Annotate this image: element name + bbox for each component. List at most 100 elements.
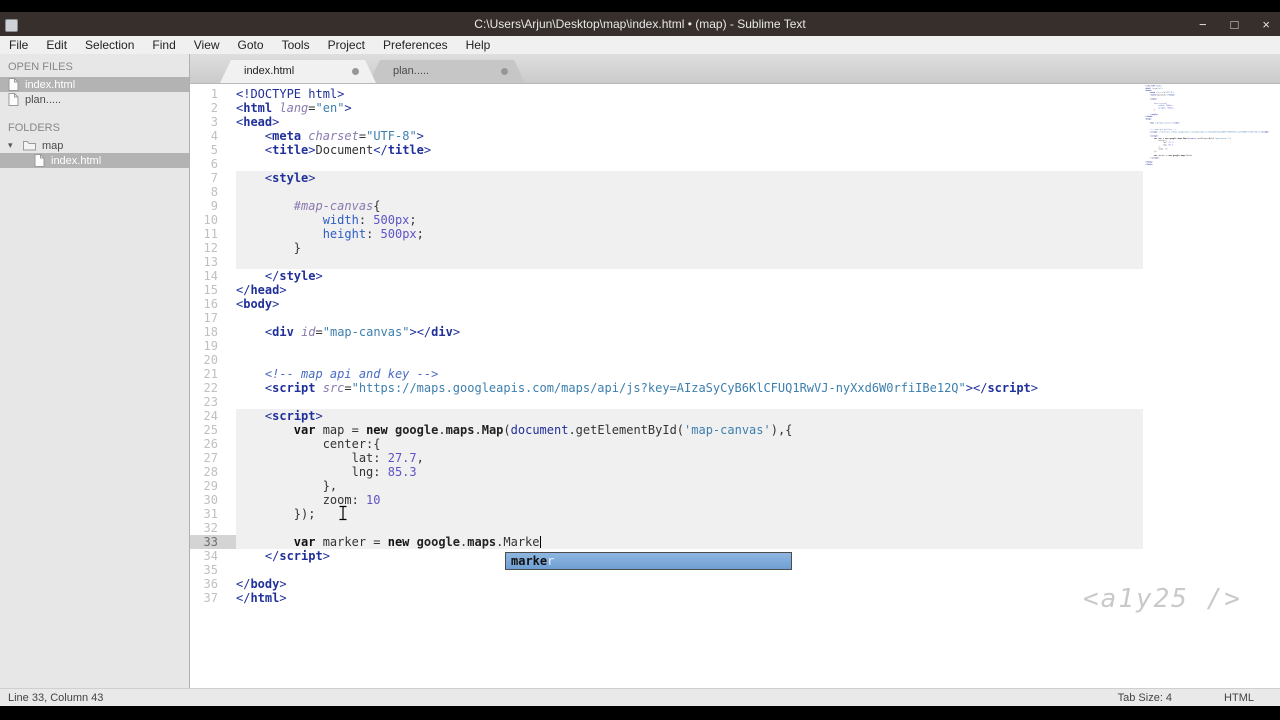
menu-help[interactable]: Help bbox=[457, 36, 500, 54]
menu-selection[interactable]: Selection bbox=[76, 36, 143, 54]
code-line-36[interactable]: </body> bbox=[236, 577, 1280, 591]
menu-edit[interactable]: Edit bbox=[37, 36, 76, 54]
line-number: 3 bbox=[210, 115, 218, 129]
status-bar: Line 33, Column 43 Tab Size: 4 HTML bbox=[0, 688, 1280, 706]
menu-project[interactable]: Project bbox=[319, 36, 374, 54]
code-line-1[interactable]: <!DOCTYPE html> bbox=[236, 87, 1280, 101]
window-title: C:\Users\Arjun\Desktop\map\index.html • … bbox=[474, 17, 806, 31]
code-line-21[interactable]: <!-- map api and key --> bbox=[236, 367, 1280, 381]
code-line-6[interactable] bbox=[236, 157, 1280, 171]
open-files-label: OPEN FILES bbox=[8, 61, 73, 73]
line-number: 28 bbox=[203, 465, 218, 479]
line-number: 35 bbox=[203, 563, 218, 577]
sublime-text-window: C:\Users\Arjun\Desktop\map\index.html • … bbox=[0, 0, 1280, 720]
folders-label: FOLDERS bbox=[8, 122, 60, 134]
menu-view[interactable]: View bbox=[185, 36, 229, 54]
triangle-down-icon[interactable]: ▾ bbox=[8, 140, 17, 151]
code-line-13[interactable] bbox=[236, 255, 1280, 269]
menu-tools[interactable]: Tools bbox=[273, 36, 319, 54]
editor-pane: index.html plan..... 1 2 3 4 5 6 7 8 9 10 11 12 13 14 1… bbox=[190, 54, 1280, 688]
code-line-16[interactable]: <body> bbox=[236, 297, 1280, 311]
line-number: 1 bbox=[210, 87, 218, 101]
letterbox-bottom bbox=[0, 706, 1280, 720]
line-number-gutter: 1 2 3 4 5 6 7 8 9 10 11 12 13 14 15 16 17 18 19 20 21 22 23 24 2… bbox=[190, 87, 236, 605]
code-line-11[interactable]: height: 500px; bbox=[236, 227, 1280, 241]
code-line-30[interactable]: zoom: 10 bbox=[236, 493, 1280, 507]
code-line-25[interactable]: var map = new google.maps.Map(document.g… bbox=[236, 423, 1280, 437]
code-line-23[interactable] bbox=[236, 395, 1280, 409]
line-number: 11 bbox=[203, 227, 218, 241]
code-line-17[interactable] bbox=[236, 311, 1280, 325]
menu-preferences[interactable]: Preferences bbox=[374, 36, 457, 54]
autocomplete-item-marker[interactable]: marker bbox=[506, 553, 791, 569]
line-number: 4 bbox=[210, 129, 218, 143]
autocomplete-typed-text: marke bbox=[511, 554, 548, 568]
line-number: 16 bbox=[203, 297, 218, 311]
minimize-button[interactable]: − bbox=[1199, 17, 1207, 32]
code-line-31[interactable]: }); bbox=[236, 507, 1280, 521]
code-area[interactable]: <!DOCTYPE html> <html lang="en"> <head> <m… bbox=[236, 84, 1280, 688]
file-icon bbox=[8, 93, 19, 106]
file-item-index.html[interactable]: index.html bbox=[0, 77, 189, 92]
code-line-26[interactable]: center:{ bbox=[236, 437, 1280, 451]
code-line-24[interactable]: <script> bbox=[236, 409, 1280, 423]
line-number: 15 bbox=[203, 283, 218, 297]
titlebar: C:\Users\Arjun\Desktop\map\index.html • … bbox=[0, 12, 1280, 36]
tab-index.html[interactable]: index.html bbox=[220, 60, 376, 83]
line-number: 23 bbox=[203, 395, 218, 409]
code-line-8[interactable] bbox=[236, 185, 1280, 199]
close-button[interactable]: × bbox=[1262, 17, 1270, 32]
menu-file[interactable]: File bbox=[0, 36, 37, 54]
modified-dot-icon bbox=[352, 68, 359, 75]
code-line-3[interactable]: <head> bbox=[236, 115, 1280, 129]
autocomplete-completion-text: r bbox=[547, 554, 555, 568]
tab-label: plan..... bbox=[393, 65, 430, 77]
code-line-33[interactable]: var marker = new google.maps.Marke bbox=[236, 535, 1280, 549]
code-line-29[interactable]: }, bbox=[236, 479, 1280, 493]
autocomplete-popup: marker bbox=[505, 552, 792, 570]
line-number: 5 bbox=[210, 143, 218, 157]
line-number: 22 bbox=[203, 381, 218, 395]
code-line-5[interactable]: <title>Document</title> bbox=[236, 143, 1280, 157]
code-line-32[interactable] bbox=[236, 521, 1280, 535]
code-line-28[interactable]: lng: 85.3 bbox=[236, 465, 1280, 479]
folder-item-map[interactable]: ▾ map bbox=[0, 138, 189, 153]
line-number: 7 bbox=[210, 171, 218, 185]
line-number: 17 bbox=[203, 311, 218, 325]
code-line-2[interactable]: <html lang="en"> bbox=[236, 101, 1280, 115]
mouse-cursor-ibeam-icon bbox=[338, 505, 348, 526]
code-line-18[interactable]: <div id="map-canvas"></div> bbox=[236, 325, 1280, 339]
line-number: 9 bbox=[210, 199, 218, 213]
code-line-4[interactable]: <meta charset="UTF-8"> bbox=[236, 129, 1280, 143]
code-line-27[interactable]: lat: 27.7, bbox=[236, 451, 1280, 465]
code-line-9[interactable]: #map-canvas{ bbox=[236, 199, 1280, 213]
code-line-12[interactable]: } bbox=[236, 241, 1280, 255]
code-line-37[interactable]: </html> bbox=[236, 591, 1280, 605]
line-number: 20 bbox=[203, 353, 218, 367]
file-item-index.html[interactable]: index.html bbox=[0, 153, 189, 168]
status-line-column: Line 33, Column 43 bbox=[8, 691, 104, 704]
line-number: 13 bbox=[203, 255, 218, 269]
code-line-20[interactable] bbox=[236, 353, 1280, 367]
tab-plan.....[interactable]: plan..... bbox=[369, 60, 525, 83]
code-line-22[interactable]: <script src="https://maps.googleapis.com… bbox=[236, 381, 1280, 395]
code-line-7[interactable]: <style> bbox=[236, 171, 1280, 185]
menu-goto[interactable]: Goto bbox=[229, 36, 273, 54]
status-syntax-mode[interactable]: HTML bbox=[1224, 692, 1254, 704]
code-line-10[interactable]: width: 500px; bbox=[236, 213, 1280, 227]
letterbox-top bbox=[0, 0, 1280, 12]
code-line-15[interactable]: </head> bbox=[236, 283, 1280, 297]
code-line-14[interactable]: </style> bbox=[236, 269, 1280, 283]
code-editor[interactable]: 1 2 3 4 5 6 7 8 9 10 11 12 13 14 15 16 17 18 19 20 21 22 23 24 2… bbox=[190, 84, 1280, 688]
maximize-button[interactable]: □ bbox=[1231, 17, 1239, 32]
line-number: 25 bbox=[203, 423, 218, 437]
line-number: 31 bbox=[203, 507, 218, 521]
status-tab-size[interactable]: Tab Size: 4 bbox=[1118, 692, 1172, 704]
line-number: 12 bbox=[203, 241, 218, 255]
line-number: 37 bbox=[203, 591, 218, 605]
line-number: 24 bbox=[203, 409, 218, 423]
line-number: 34 bbox=[203, 549, 218, 563]
code-line-19[interactable] bbox=[236, 339, 1280, 353]
menu-find[interactable]: Find bbox=[143, 36, 184, 54]
file-item-plan.....[interactable]: plan..... bbox=[0, 92, 189, 107]
